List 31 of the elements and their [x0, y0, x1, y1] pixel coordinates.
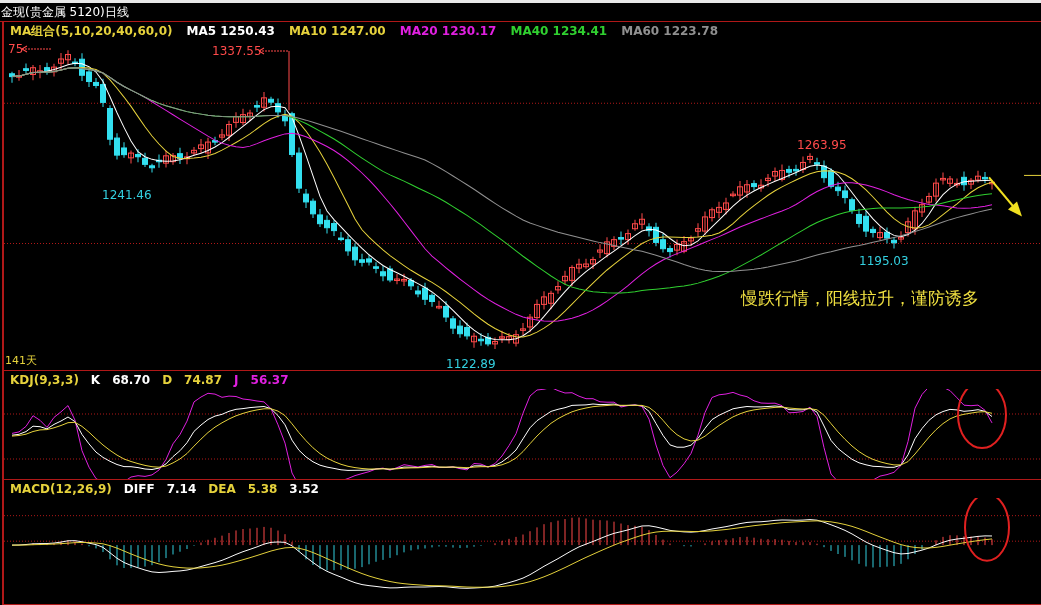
legend-label: 74.87	[184, 373, 223, 387]
legend-label: MA组合(5,10,20,40,60,0)	[10, 22, 173, 40]
legend-label: 7.14	[166, 482, 197, 496]
legend-label: 68.70	[112, 373, 151, 387]
price-label: 1122.89	[446, 357, 496, 371]
price-label: 1263.95	[797, 138, 847, 152]
legend-label: MA60 1223.78	[621, 24, 718, 38]
legend-label: K	[90, 373, 101, 387]
chart-title: 金现(贵金属 5120)日线	[1, 3, 129, 21]
price-label: 1195.03	[859, 254, 909, 268]
legend-label: MA20 1230.17	[399, 24, 497, 38]
price-label: 1241.46	[102, 188, 152, 202]
legend-label: D	[162, 373, 173, 387]
legend-label: MA10 1247.00	[288, 24, 386, 38]
legend-label: J	[234, 373, 239, 387]
legend-label: MACD(12,26,9)	[10, 482, 112, 496]
price-label: 1337.55	[212, 44, 262, 58]
legend-label: DEA	[208, 482, 236, 496]
price-marker-line	[1023, 174, 1041, 176]
legend-label: MA40 1234.41	[510, 24, 608, 38]
leader-line	[21, 45, 53, 53]
legend-label: MA5 1250.43	[186, 24, 275, 38]
day-count: 141天	[5, 353, 37, 368]
legend-label: 56.37	[250, 373, 289, 387]
price-label: 75	[8, 42, 24, 56]
down-arrow	[988, 176, 1022, 217]
legend-label: 5.38	[247, 482, 278, 496]
legend-label: DIFF	[123, 482, 155, 496]
annotation-text: 慢跌行情，阳线拉升，谨防诱多	[741, 287, 979, 310]
legend-label: 3.52	[289, 482, 319, 496]
legend-label: KDJ(9,3,3)	[10, 373, 79, 387]
